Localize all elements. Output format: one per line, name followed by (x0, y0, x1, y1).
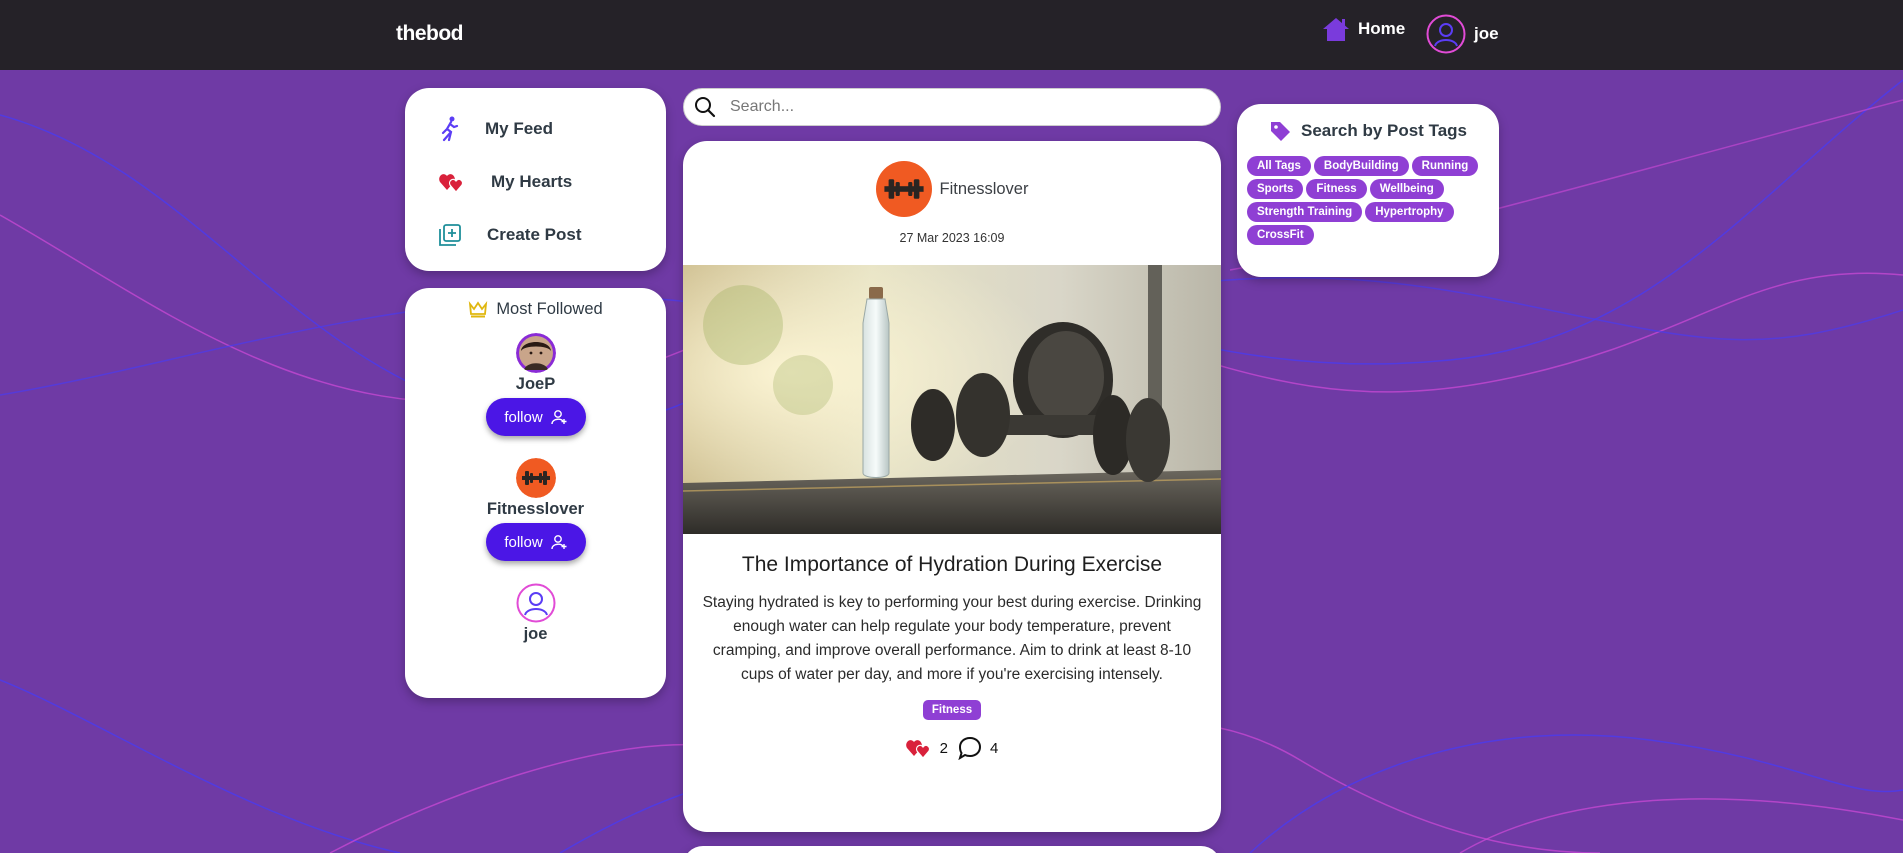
tag-filter-pill[interactable]: All Tags (1247, 156, 1311, 176)
tag-icon (1271, 122, 1291, 141)
comments-count: 4 (990, 739, 999, 757)
followed-user-entry: Fitnesslover follow (405, 458, 666, 561)
search-bar (683, 88, 1221, 126)
brand-logo[interactable]: thebod (396, 22, 463, 46)
follow-button-label: follow (504, 408, 543, 426)
post-image (683, 265, 1221, 534)
crown-icon (469, 300, 488, 317)
comment-icon[interactable] (958, 736, 982, 760)
post-stats: 2 4 (683, 736, 1221, 760)
hearts-icon[interactable] (905, 737, 932, 759)
tag-search-heading: Search by Post Tags (1247, 120, 1489, 142)
tag-filter-pill[interactable]: BodyBuilding (1313, 156, 1409, 176)
tag-filter-pill[interactable]: CrossFit (1247, 225, 1314, 245)
followed-user-name[interactable]: Fitnesslover (487, 500, 584, 519)
post-author[interactable]: Fitnesslover (683, 161, 1221, 217)
menu-item-label: My Feed (485, 118, 554, 138)
followed-user-name[interactable]: JoeP (516, 375, 555, 394)
runner-icon (441, 116, 459, 141)
post-body: Staying hydrated is key to performing yo… (702, 594, 1202, 683)
tag-search-title: Search by Post Tags (1301, 121, 1467, 140)
post-date: 27 Mar 2023 16:09 (899, 231, 1005, 245)
user-photo-avatar[interactable] (515, 333, 556, 373)
tag-filter-pill[interactable]: Running (1411, 156, 1479, 176)
side-menu: My Feed My Hearts Create Post (405, 88, 666, 271)
search-icon[interactable] (694, 96, 716, 118)
hearts-count: 2 (939, 739, 948, 757)
menu-item-my-hearts[interactable]: My Hearts (405, 155, 666, 208)
nav-user-name: joe (1474, 24, 1499, 43)
search-input[interactable] (730, 98, 1190, 116)
top-navbar: thebod Home joe (0, 0, 1903, 70)
post-card: Fitnesslover 27 Mar 2023 16:09 The Impor… (683, 141, 1221, 832)
tag-filter-pill[interactable]: Hypertrophy (1365, 202, 1454, 222)
dumbbell-avatar[interactable] (515, 458, 556, 498)
followed-user-entry: joe (405, 583, 666, 644)
user-avatar-icon (1426, 14, 1466, 54)
tag-filter-pill[interactable]: Fitness (1306, 179, 1367, 199)
next-post-card (683, 846, 1221, 853)
most-followed-panel: Most Followed JoeP follow Fitnesslover f… (405, 288, 666, 698)
home-icon (1323, 18, 1349, 41)
post-title[interactable]: The Importance of Hydration During Exerc… (683, 553, 1221, 577)
follow-button-label: follow (504, 533, 543, 551)
follow-button[interactable]: follow (485, 398, 586, 436)
most-followed-heading: Most Followed (405, 300, 666, 319)
tag-filter-pill[interactable]: Wellbeing (1369, 179, 1444, 199)
tag-filter-pill[interactable]: Strength Training (1247, 202, 1363, 222)
dumbbell-avatar (875, 161, 932, 217)
menu-item-label: Create Post (487, 224, 582, 244)
post-tags: Fitness (683, 700, 1221, 720)
post-tag[interactable]: Fitness (922, 700, 982, 720)
hearts-icon (439, 173, 464, 193)
post-author-name: Fitnesslover (939, 179, 1029, 198)
most-followed-title: Most Followed (496, 300, 603, 318)
followed-user-entry: JoeP follow (405, 333, 666, 436)
nav-home-label: Home (1358, 19, 1406, 38)
menu-item-my-feed[interactable]: My Feed (405, 102, 666, 155)
add-post-icon (439, 223, 461, 246)
add-user-icon (550, 535, 567, 550)
follow-button[interactable]: follow (485, 523, 586, 561)
tag-list: All Tags BodyBuilding Running Sports Fit… (1247, 156, 1489, 245)
tag-filter-pill[interactable]: Sports (1247, 179, 1304, 199)
followed-user-name[interactable]: joe (524, 625, 548, 644)
add-user-icon (550, 410, 567, 425)
nav-user-menu[interactable]: joe (1426, 14, 1499, 54)
tag-search-panel: Search by Post Tags All Tags BodyBuildin… (1237, 104, 1499, 277)
default-user-avatar[interactable] (516, 583, 556, 623)
menu-item-label: My Hearts (491, 171, 573, 191)
nav-home-link[interactable]: Home (1322, 16, 1405, 42)
menu-item-create-post[interactable]: Create Post (405, 208, 666, 261)
